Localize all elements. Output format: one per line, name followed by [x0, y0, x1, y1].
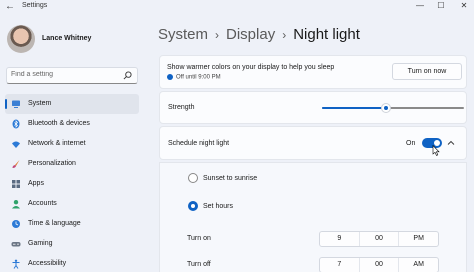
minute-field[interactable]: 00 — [360, 232, 400, 246]
gamepad-icon — [11, 242, 21, 247]
page-title: Night light — [293, 26, 360, 43]
schedule-card[interactable]: Schedule night light On — [159, 126, 467, 160]
minimize-button[interactable]: — — [412, 0, 428, 12]
hour-field[interactable]: 9 — [320, 232, 360, 246]
person-icon — [12, 200, 20, 209]
strength-card: Strength — [159, 91, 467, 124]
chevron-up-icon[interactable] — [447, 139, 455, 147]
selection-indicator — [5, 99, 7, 109]
sidebar-item-label: Accounts — [28, 200, 57, 207]
search-input[interactable] — [11, 71, 121, 78]
breadcrumb-separator: › — [282, 28, 287, 42]
back-arrow-icon[interactable]: ← — [5, 2, 15, 12]
slider-thumb[interactable] — [380, 103, 391, 113]
strength-label: Strength — [168, 104, 195, 111]
breadcrumb-system[interactable]: System — [158, 26, 208, 43]
avatar[interactable] — [7, 25, 35, 53]
sidebar-item-label: System — [28, 100, 52, 107]
sidebar-item-label: Time & language — [28, 220, 81, 227]
sidebar-item-accounts[interactable]: Accounts — [5, 194, 139, 214]
breadcrumb-display[interactable]: Display — [226, 26, 275, 43]
turn-off-row: Turn off 7 00 AM — [159, 254, 467, 272]
turn-on-time-picker[interactable]: 9 00 PM — [319, 231, 439, 247]
period-field[interactable]: AM — [399, 258, 438, 272]
globe-clock-icon — [12, 220, 20, 228]
turn-on-row: Turn on 9 00 PM — [159, 228, 467, 250]
night-light-description: Show warmer colors on your display to he… — [167, 64, 335, 71]
option-set-hours[interactable]: Set hours — [188, 200, 233, 212]
turn-on-label: Turn on — [187, 235, 211, 242]
option-sunset-to-sunrise[interactable]: Sunset to sunrise — [188, 172, 257, 184]
monitor-icon — [12, 100, 20, 108]
radio-label: Set hours — [203, 202, 233, 210]
sidebar-item-bluetooth[interactable]: Bluetooth & devices — [5, 114, 139, 134]
search-box[interactable] — [6, 67, 138, 84]
radio-sunset-to-sunrise[interactable] — [188, 173, 198, 183]
sidebar-item-network[interactable]: Network & internet — [5, 134, 139, 154]
night-light-card: Show warmer colors on your display to he… — [159, 55, 467, 89]
strength-slider[interactable] — [322, 103, 464, 113]
breadcrumb-separator: › — [215, 28, 220, 42]
period-field[interactable]: PM — [399, 232, 438, 246]
schedule-label: Schedule night light — [168, 140, 230, 147]
sidebar-nav: System Bluetooth & devices Network & int… — [5, 94, 139, 272]
minute-field[interactable]: 00 — [360, 258, 400, 272]
accessibility-icon — [12, 259, 20, 269]
sidebar-item-apps[interactable]: Apps — [5, 174, 139, 194]
sidebar-item-label: Personalization — [28, 160, 76, 167]
sidebar-item-accessibility[interactable]: Accessibility — [5, 254, 139, 272]
sidebar-item-time-language[interactable]: Time & language — [5, 214, 139, 234]
sidebar-item-system[interactable]: System — [5, 94, 139, 114]
turn-on-now-button[interactable]: Turn on now — [392, 63, 462, 80]
wifi-icon — [12, 141, 20, 148]
status-text: Off until 9:00 PM — [176, 74, 221, 81]
night-light-status: Off until 9:00 PM — [167, 74, 221, 81]
close-button[interactable]: ✕ — [456, 0, 472, 12]
sidebar-item-label: Accessibility — [28, 260, 67, 267]
sidebar-item-personalization[interactable]: Personalization — [5, 154, 139, 174]
maximize-button[interactable]: ☐ — [433, 0, 449, 12]
user-name: Lance Whitney — [42, 35, 92, 42]
sidebar-item-label: Network & internet — [28, 140, 86, 147]
apps-icon — [12, 180, 20, 188]
brush-icon — [12, 160, 20, 168]
sidebar-item-label: Gaming — [28, 240, 53, 247]
info-icon — [167, 74, 173, 80]
toggle-state-text: On — [406, 140, 416, 147]
bluetooth-icon — [12, 119, 20, 129]
sidebar-item-label: Apps — [28, 180, 44, 187]
app-title: Settings — [22, 2, 48, 9]
mouse-cursor-icon — [432, 145, 440, 156]
sidebar-item-label: Bluetooth & devices — [28, 120, 90, 127]
radio-label: Sunset to sunrise — [203, 174, 258, 182]
turn-off-label: Turn off — [187, 261, 211, 268]
slider-fill — [322, 107, 386, 109]
search-icon[interactable] — [123, 71, 132, 80]
sidebar-item-gaming[interactable]: Gaming — [5, 234, 139, 254]
turn-off-time-picker[interactable]: 7 00 AM — [319, 257, 439, 272]
hour-field[interactable]: 7 — [320, 258, 360, 272]
breadcrumb: System › Display › Night light — [158, 26, 360, 46]
radio-set-hours[interactable] — [188, 201, 198, 211]
title-bar: ← Settings — ☐ ✕ — [0, 0, 474, 14]
